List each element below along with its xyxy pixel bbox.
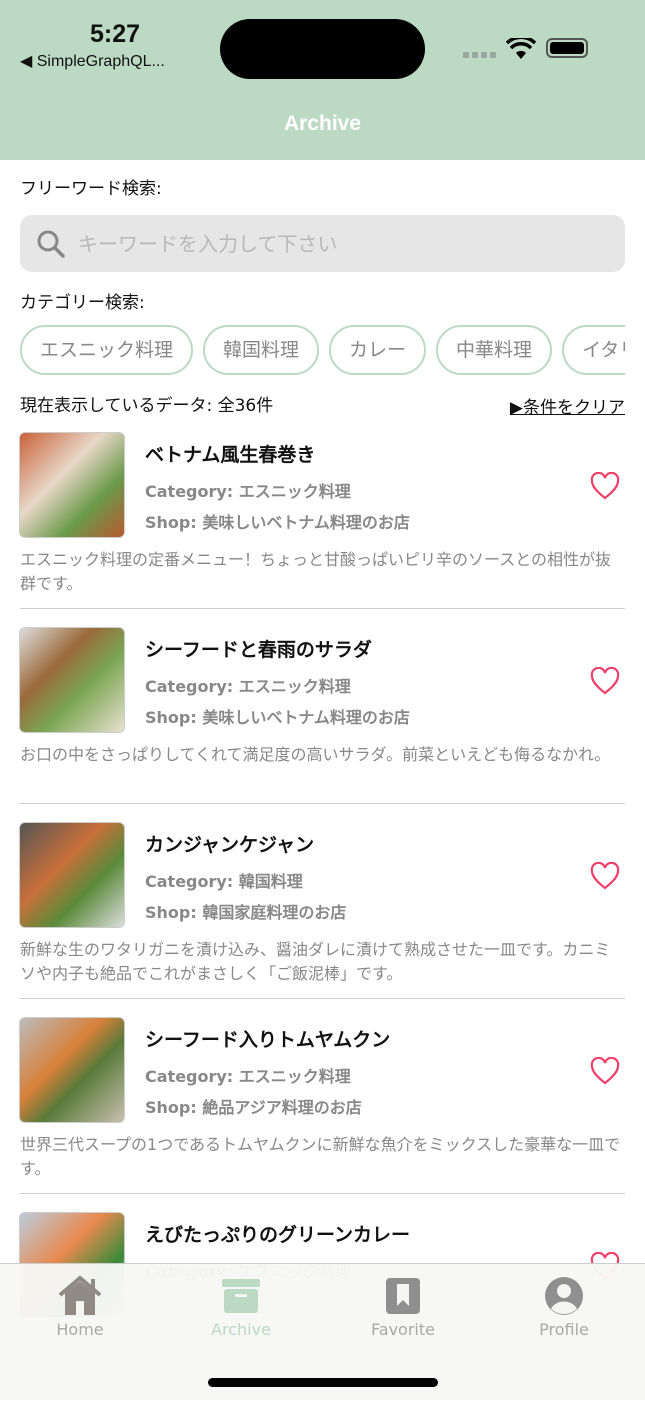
- item-category: Category: エスニック料理: [145, 482, 351, 501]
- tab-profile[interactable]: Profile: [504, 1272, 624, 1339]
- category-chip[interactable]: 韓国料理: [203, 325, 320, 375]
- heart-icon[interactable]: [590, 472, 620, 500]
- home-indicator: [208, 1378, 438, 1387]
- item-description: 新鮮な生のワタリガニを漬け込み、醤油ダレに漬けて熟成させた一皿です。カニミソや内…: [20, 940, 611, 983]
- search-icon: [37, 230, 65, 258]
- tab-label: Archive: [211, 1320, 271, 1339]
- page-title: Archive: [283, 112, 362, 135]
- item-description: お口の中をさっぱりしてくれて満足度の高いサラダ。前菜といえども侮るなかれ。: [20, 745, 611, 764]
- tab-label: Profile: [539, 1320, 589, 1339]
- dynamic-island: [220, 19, 425, 79]
- clear-filters-link[interactable]: ▶条件をクリア: [510, 393, 625, 418]
- list-item[interactable]: カンジャンケジャン Category: 韓国料理 Shop: 韓国家庭料理のお店新…: [0, 822, 645, 1017]
- item-description: 世界三代スープの1つであるトムヤムクンに新鮮な魚介をミックスした豪華な一皿です。: [20, 1135, 621, 1178]
- person-circle-icon: [545, 1277, 583, 1315]
- wifi-icon: [506, 38, 536, 59]
- tab-favorite[interactable]: Favorite: [343, 1272, 463, 1339]
- item-title: ベトナム風生春巻き: [145, 444, 316, 466]
- food-thumbnail: [19, 432, 125, 538]
- tab-archive[interactable]: Archive: [181, 1272, 301, 1339]
- item-shop: Shop: 絶品アジア料理のお店: [145, 1098, 362, 1117]
- bookmark-icon: [386, 1278, 420, 1314]
- food-thumbnail: [19, 627, 125, 733]
- item-shop: Shop: 美味しいベトナム料理のお店: [145, 708, 410, 727]
- item-category: Category: エスニック料理: [145, 1067, 351, 1086]
- status-time: 5:27: [90, 20, 141, 48]
- item-description: エスニック料理の定番メニュー！ちょっと甘酸っぱいピリ辛のソースとの相性が抜群です…: [20, 550, 612, 593]
- heart-icon[interactable]: [590, 862, 620, 890]
- item-category: Category: 韓国料理: [145, 872, 303, 891]
- divider: [20, 608, 625, 609]
- freeword-label: フリーワード検索:: [20, 179, 162, 199]
- tab-label: Home: [56, 1320, 104, 1339]
- item-shop: Shop: 美味しいベトナム料理のお店: [145, 513, 410, 532]
- divider: [20, 998, 625, 999]
- heart-icon[interactable]: [590, 667, 620, 695]
- item-title: えびたっぷりのグリーンカレー: [145, 1224, 411, 1246]
- battery-icon: [546, 38, 588, 58]
- category-chip[interactable]: カレー: [329, 325, 427, 375]
- item-shop: Shop: 韓国家庭料理のお店: [145, 903, 347, 922]
- search-input[interactable]: [78, 215, 608, 272]
- tab-label: Favorite: [371, 1320, 435, 1339]
- category-label: カテゴリー検索:: [20, 293, 145, 313]
- result-count: 現在表示しているデータ: 全36件: [20, 396, 274, 416]
- tab-home[interactable]: Home: [20, 1272, 140, 1339]
- category-chip[interactable]: イタリアン: [562, 325, 625, 375]
- nav-header: 5:27 ◀ SimpleGraphQL... Archive: [0, 0, 645, 160]
- heart-icon[interactable]: [590, 1057, 620, 1085]
- item-title: カンジャンケジャン: [145, 834, 315, 856]
- divider: [20, 803, 625, 804]
- list-item[interactable]: シーフード入りトムヤムクン Category: エスニック料理 Shop: 絶品ア…: [0, 1017, 645, 1212]
- archive-box-icon: [222, 1279, 260, 1313]
- search-bar[interactable]: [20, 215, 625, 272]
- item-category: Category: エスニック料理: [145, 677, 351, 696]
- house-icon: [58, 1275, 102, 1315]
- back-to-app-link[interactable]: ◀ SimpleGraphQL...: [20, 51, 165, 71]
- food-thumbnail: [19, 1017, 125, 1123]
- category-chip[interactable]: 中華料理: [436, 325, 553, 375]
- category-chip[interactable]: エスニック料理: [20, 325, 194, 375]
- signal-icon: [463, 52, 496, 58]
- list-item[interactable]: ベトナム風生春巻き Category: エスニック料理 Shop: 美味しいベトナ…: [0, 432, 645, 627]
- list-item[interactable]: シーフードと春雨のサラダ Category: エスニック料理 Shop: 美味しい…: [0, 627, 645, 822]
- category-chips[interactable]: エスニック料理韓国料理カレー中華料理イタリアン: [20, 325, 625, 375]
- food-thumbnail: [19, 822, 125, 928]
- item-title: シーフードと春雨のサラダ: [145, 639, 372, 661]
- divider: [20, 1193, 625, 1194]
- item-title: シーフード入りトムヤムクン: [145, 1029, 391, 1051]
